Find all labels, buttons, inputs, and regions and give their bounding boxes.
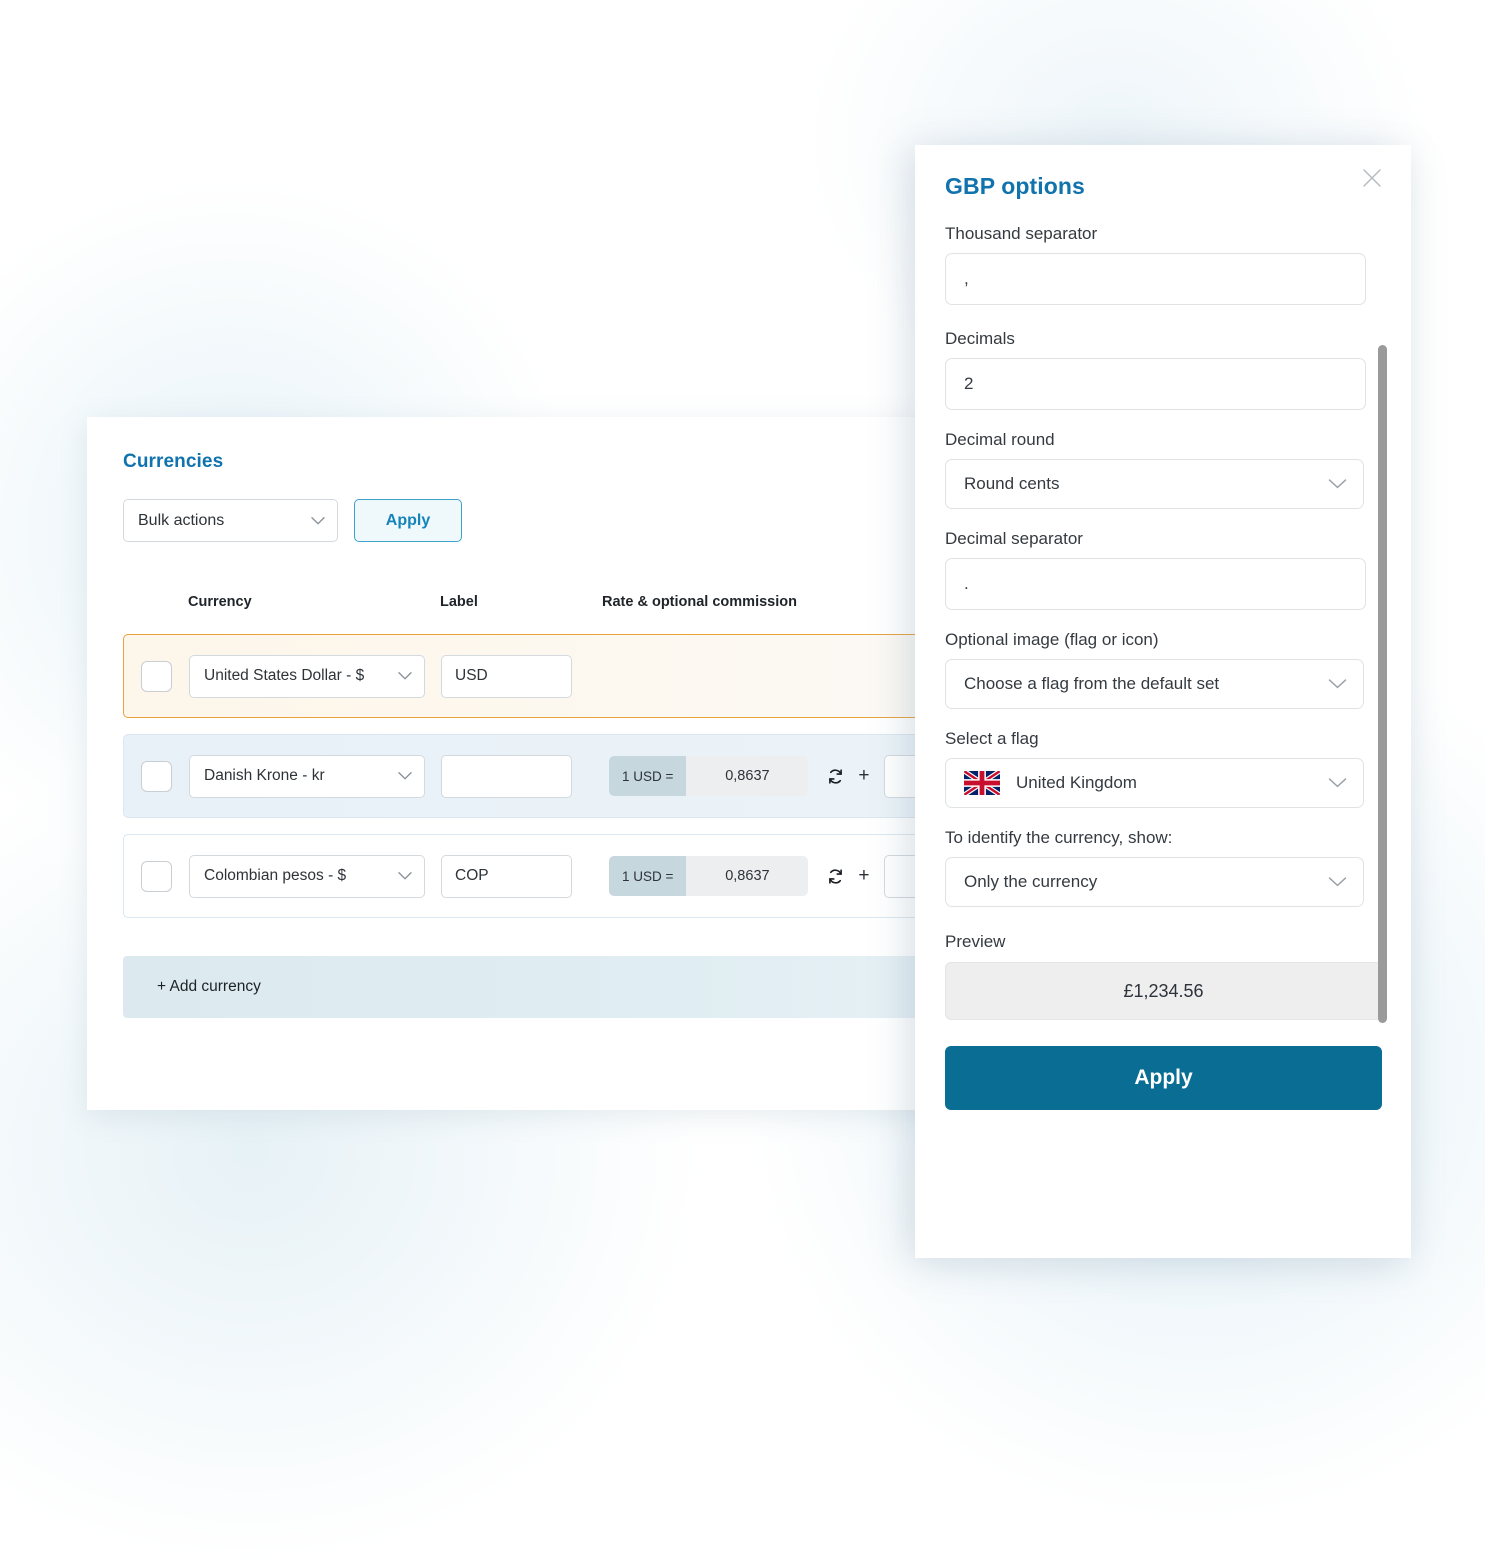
chevron-down-icon [1328,877,1347,888]
bulk-actions-select[interactable]: Bulk actions [123,499,338,542]
table-row[interactable]: Danish Krone - kr 1 USD = 0,8637 + [123,734,1051,818]
rate-group: 1 USD = 0,8637 [609,856,809,896]
label-input-value: USD [455,667,488,684]
decimal-round-label: Decimal round [945,430,1055,449]
optional-image-value: Choose a flag from the default set [964,674,1220,693]
refresh-icon[interactable] [824,765,846,787]
table-row[interactable]: Colombian pesos - $ COP 1 USD = 0,8637 + [123,834,1051,918]
thousand-separator-input[interactable]: , [945,253,1366,305]
label-input[interactable] [441,754,572,798]
decimals-value: 2 [964,374,974,393]
identify-currency-value: Only the currency [964,872,1098,891]
bulk-actions-value: Bulk actions [138,511,225,529]
preview-label: Preview [945,932,1006,951]
preview-value: £1,234.56 [945,962,1382,1020]
chevron-down-icon [1328,778,1347,789]
rate-value-input[interactable]: 0,8637 [686,856,809,896]
chevron-down-icon [398,872,412,881]
decimal-separator-input[interactable]: . [945,558,1366,610]
bulk-actions-row: Bulk actions Apply [123,499,1051,542]
rate-prefix: 1 USD = [609,756,687,796]
modal-title: GBP options [945,173,1085,199]
page-title: Currencies [123,451,224,472]
chevron-down-icon [311,516,325,525]
plus-sign: + [858,765,870,786]
currency-select[interactable]: United States Dollar - $ [189,654,425,698]
currency-select[interactable]: Danish Krone - kr [189,754,425,798]
table-row[interactable]: United States Dollar - $ USD [123,634,1051,718]
chevron-down-icon [1328,679,1347,690]
apply-button[interactable]: Apply [945,1046,1382,1110]
currency-select-value: Danish Krone - kr [204,767,325,784]
currency-rows: United States Dollar - $ USD Danish Kron… [123,634,1051,918]
plus-sign: + [858,865,870,886]
currency-select-value: Colombian pesos - $ [204,867,347,884]
row-checkbox[interactable] [141,760,172,792]
chevron-down-icon [1328,479,1347,490]
select-flag-label: Select a flag [945,729,1039,748]
decimal-separator-value: . [964,574,969,593]
modal-scrollbar[interactable] [1378,345,1387,1023]
decimal-round-select[interactable]: Round cents [945,459,1364,509]
currency-select-value: United States Dollar - $ [204,667,365,684]
refresh-icon[interactable] [824,865,846,887]
table-header-row: Currency Label Rate & optional commissio… [123,594,1051,620]
rate-prefix: 1 USD = [609,856,687,896]
label-input[interactable]: COP [441,854,572,898]
identify-currency-label: To identify the currency, show: [945,828,1173,847]
decimal-separator-label: Decimal separator [945,529,1083,548]
chevron-down-icon [398,772,412,781]
gbp-options-modal: GBP options Thousand separator , Decimal… [915,145,1411,1258]
column-header-currency: Currency [188,594,252,610]
optional-image-label: Optional image (flag or icon) [945,630,1159,649]
decimals-label: Decimals [945,329,1015,348]
thousand-separator-value: , [964,269,969,288]
select-flag-value: United Kingdom [1016,773,1137,792]
currency-select[interactable]: Colombian pesos - $ [189,854,425,898]
identify-currency-select[interactable]: Only the currency [945,857,1364,907]
column-header-rate: Rate & optional commission [602,594,797,610]
row-checkbox[interactable] [141,860,172,892]
add-currency-button[interactable]: + Add currency [123,956,1051,1018]
close-icon[interactable] [1356,162,1388,194]
select-flag-select[interactable]: United Kingdom [945,758,1364,808]
decimal-round-value: Round cents [964,474,1060,493]
decimals-input[interactable]: 2 [945,358,1366,410]
optional-image-select[interactable]: Choose a flag from the default set [945,659,1364,709]
rate-group: 1 USD = 0,8637 [609,756,809,796]
rate-value-input[interactable]: 0,8637 [686,756,809,796]
row-checkbox[interactable] [141,660,172,692]
label-input-value: COP [455,867,489,884]
united-kingdom-flag-icon [964,771,1000,795]
label-input[interactable]: USD [441,654,572,698]
column-header-label: Label [440,594,478,610]
chevron-down-icon [398,672,412,681]
bulk-apply-button[interactable]: Apply [354,499,462,542]
thousand-separator-label: Thousand separator [945,224,1098,243]
